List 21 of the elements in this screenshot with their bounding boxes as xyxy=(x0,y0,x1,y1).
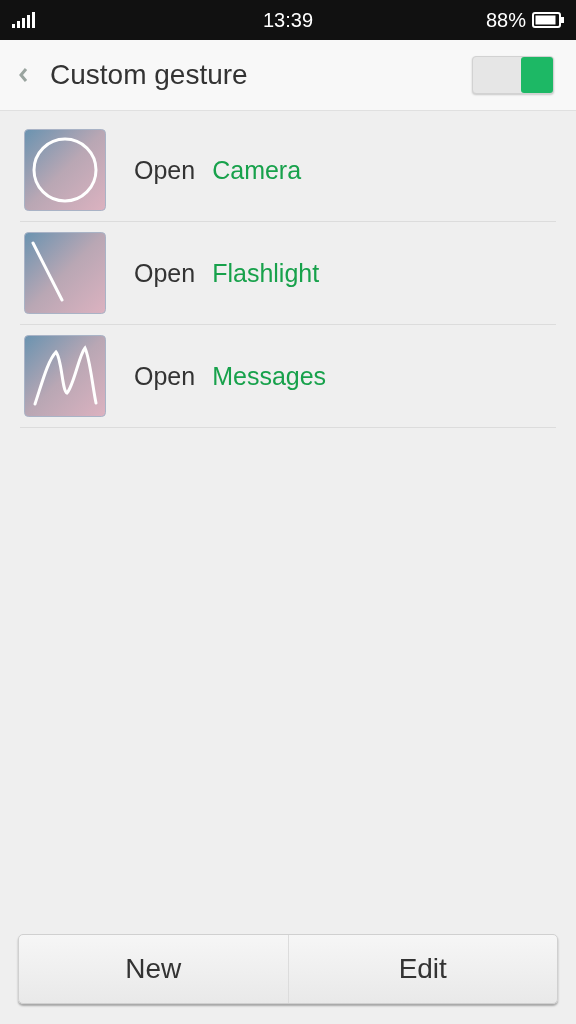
battery-percentage: 88% xyxy=(485,8,526,32)
action-label: Open xyxy=(134,155,196,185)
app-name: Flashlight xyxy=(212,258,320,288)
clock-time: 13:39 xyxy=(262,8,314,32)
back-icon xyxy=(18,67,28,83)
signal-icon xyxy=(12,12,35,28)
action-button[interactable]: New xyxy=(19,935,288,1003)
toggle-switch[interactable] xyxy=(472,56,554,94)
gesture-row[interactable]: Open Flashlight xyxy=(20,222,556,325)
gesture-row[interactable]: Open Camera xyxy=(20,119,556,222)
gesture-row[interactable]: Open Messages xyxy=(20,325,556,428)
screen-title: Custom gesture xyxy=(50,59,248,91)
action-label: Open xyxy=(134,361,196,391)
action-label: Open xyxy=(134,258,196,288)
app-name: Camera xyxy=(212,155,302,185)
app-name: Messages xyxy=(212,361,327,391)
battery-icon xyxy=(532,12,564,28)
action-button[interactable]: Edit xyxy=(287,935,557,1003)
m-gesture-icon xyxy=(24,335,106,417)
circle-gesture-icon xyxy=(24,129,106,211)
line-gesture-icon xyxy=(24,232,106,314)
